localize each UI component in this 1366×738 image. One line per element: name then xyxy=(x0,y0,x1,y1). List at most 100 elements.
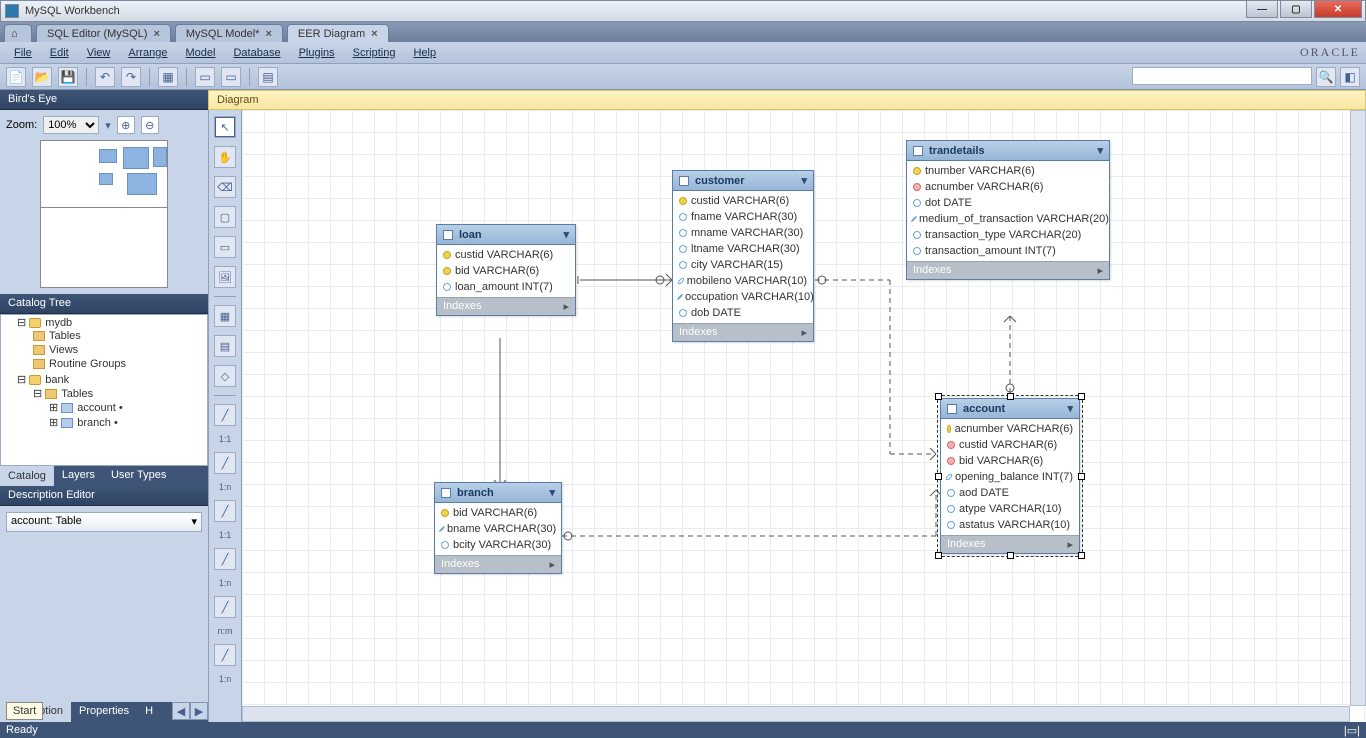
entity-trandetails[interactable]: trandetails▾ tnumber VARCHAR(6)acnumber … xyxy=(906,140,1110,280)
scrollbar-horizontal[interactable] xyxy=(242,706,1350,722)
column-row[interactable]: transaction_amount INT(7) xyxy=(907,243,1109,259)
tab-mysql-model[interactable]: MySQL Model*× xyxy=(175,24,283,42)
chevron-down-icon[interactable]: ▾ xyxy=(549,486,555,499)
menu-model[interactable]: Model xyxy=(178,45,224,61)
rel-1-n-icon[interactable]: ╱ xyxy=(214,452,236,474)
zoom-select[interactable]: 100% xyxy=(43,116,99,134)
column-row[interactable]: aod DATE xyxy=(941,485,1079,501)
menu-help[interactable]: Help xyxy=(405,45,444,61)
column-row[interactable]: transaction_type VARCHAR(20) xyxy=(907,227,1109,243)
tab-prev-icon[interactable]: ◀ xyxy=(172,702,190,720)
rel-n-m-icon[interactable]: ╱ xyxy=(214,596,236,618)
zoom-dropdown-icon[interactable]: ▾ xyxy=(105,119,111,132)
grid-icon[interactable]: ▦ xyxy=(158,67,178,87)
column-row[interactable]: opening_balance INT(7) xyxy=(941,469,1079,485)
snap-icon[interactable]: ▭ xyxy=(221,67,241,87)
hand-icon[interactable]: ✋ xyxy=(214,146,236,168)
close-icon[interactable]: × xyxy=(265,28,271,40)
column-row[interactable]: fname VARCHAR(30) xyxy=(673,209,813,225)
entity-customer[interactable]: customer▾ custid VARCHAR(6)fname VARCHAR… xyxy=(672,170,814,342)
close-icon[interactable]: × xyxy=(153,28,159,40)
image-icon[interactable]: 🖼 xyxy=(214,266,236,288)
open-icon[interactable]: 📂 xyxy=(32,67,52,87)
sidetab-usertypes[interactable]: User Types xyxy=(103,466,174,486)
column-row[interactable]: dob DATE xyxy=(673,305,813,321)
column-row[interactable]: bid VARCHAR(6) xyxy=(435,505,561,521)
table-tool-icon[interactable]: ▦ xyxy=(214,305,236,327)
column-row[interactable]: mobileno VARCHAR(10) xyxy=(673,273,813,289)
routine-tool-icon[interactable]: ◇ xyxy=(214,365,236,387)
rel-1-1-id-icon[interactable]: ╱ xyxy=(214,500,236,522)
sidetab-layers[interactable]: Layers xyxy=(54,466,103,486)
tab-next-icon[interactable]: ▶ xyxy=(190,702,208,720)
chevron-down-icon[interactable]: ▾ xyxy=(1067,402,1073,415)
menu-view[interactable]: View xyxy=(79,45,119,61)
column-row[interactable]: atype VARCHAR(10) xyxy=(941,501,1079,517)
bottomtab-properties[interactable]: Properties xyxy=(71,702,137,722)
column-row[interactable]: loan_amount INT(7) xyxy=(437,279,575,295)
chevron-down-icon[interactable]: ▾ xyxy=(563,228,569,241)
zoom-out-icon[interactable]: ⊖ xyxy=(141,116,159,134)
save-icon[interactable]: 💾 xyxy=(58,67,78,87)
chevron-down-icon[interactable]: ▾ xyxy=(1097,144,1103,157)
column-row[interactable]: medium_of_transaction VARCHAR(20) xyxy=(907,211,1109,227)
column-row[interactable]: ltname VARCHAR(30) xyxy=(673,241,813,257)
catalog-tree[interactable]: ⊟ mydb Tables Views Routine Groups ⊟ ban… xyxy=(0,314,208,466)
close-icon[interactable]: × xyxy=(371,28,377,40)
tab-eer-diagram[interactable]: EER Diagram× xyxy=(287,24,389,42)
menu-arrange[interactable]: Arrange xyxy=(120,45,175,61)
column-row[interactable]: dot DATE xyxy=(907,195,1109,211)
zoom-in-icon[interactable]: ⊕ xyxy=(117,116,135,134)
column-row[interactable]: custid VARCHAR(6) xyxy=(673,193,813,209)
new-icon[interactable]: 📄 xyxy=(6,67,26,87)
entity-account[interactable]: account▾ acnumber VARCHAR(6)custid VARCH… xyxy=(940,398,1080,554)
menu-database[interactable]: Database xyxy=(225,45,288,61)
align-icon[interactable]: ▭ xyxy=(195,67,215,87)
chevron-right-icon[interactable]: ▸ xyxy=(1067,538,1073,551)
menu-edit[interactable]: Edit xyxy=(42,45,77,61)
column-row[interactable]: bid VARCHAR(6) xyxy=(437,263,575,279)
scrollbar-vertical[interactable] xyxy=(1350,110,1366,706)
column-row[interactable]: custid VARCHAR(6) xyxy=(437,247,575,263)
tab-home[interactable]: ⌂ xyxy=(4,24,32,42)
column-row[interactable]: bcity VARCHAR(30) xyxy=(435,537,561,553)
diagram-canvas[interactable]: loan▾ custid VARCHAR(6)bid VARCHAR(6)loa… xyxy=(242,110,1366,722)
menu-plugins[interactable]: Plugins xyxy=(291,45,343,61)
view-tool-icon[interactable]: ▤ xyxy=(214,335,236,357)
description-select[interactable]: account: Table ▾ xyxy=(6,512,202,532)
chevron-down-icon[interactable]: ▾ xyxy=(801,174,807,187)
pointer-icon[interactable]: ↖ xyxy=(214,116,236,138)
maximize-button[interactable]: ▢ xyxy=(1280,0,1312,18)
note-icon[interactable]: ▭ xyxy=(214,236,236,258)
column-row[interactable]: occupation VARCHAR(10) xyxy=(673,289,813,305)
column-row[interactable]: bid VARCHAR(6) xyxy=(941,453,1079,469)
chevron-right-icon[interactable]: ▸ xyxy=(801,326,807,339)
search-icon[interactable]: 🔍 xyxy=(1316,67,1336,87)
rel-1-1-icon[interactable]: ╱ xyxy=(214,404,236,426)
sidetab-catalog[interactable]: Catalog xyxy=(0,466,54,486)
chevron-right-icon[interactable]: ▸ xyxy=(1097,264,1103,277)
birdseye-preview[interactable] xyxy=(40,140,168,288)
close-button[interactable]: ✕ xyxy=(1314,0,1362,18)
entity-loan[interactable]: loan▾ custid VARCHAR(6)bid VARCHAR(6)loa… xyxy=(436,224,576,316)
undo-icon[interactable]: ↶ xyxy=(95,67,115,87)
column-row[interactable]: mname VARCHAR(30) xyxy=(673,225,813,241)
layer-icon[interactable]: ▢ xyxy=(214,206,236,228)
rel-existing-icon[interactable]: ╱ xyxy=(214,644,236,666)
search-input[interactable] xyxy=(1132,67,1312,85)
chevron-right-icon[interactable]: ▸ xyxy=(563,300,569,313)
chevron-right-icon[interactable]: ▸ xyxy=(549,558,555,571)
menu-file[interactable]: File xyxy=(6,45,40,61)
column-row[interactable]: astatus VARCHAR(10) xyxy=(941,517,1079,533)
toggle-panel-icon[interactable]: ◧ xyxy=(1340,67,1360,87)
rel-1-n-id-icon[interactable]: ╱ xyxy=(214,548,236,570)
column-row[interactable]: acnumber VARCHAR(6) xyxy=(907,179,1109,195)
export-icon[interactable]: ▤ xyxy=(258,67,278,87)
column-row[interactable]: acnumber VARCHAR(6) xyxy=(941,421,1079,437)
entity-branch[interactable]: branch▾ bid VARCHAR(6)bname VARCHAR(30)b… xyxy=(434,482,562,574)
redo-icon[interactable]: ↷ xyxy=(121,67,141,87)
column-row[interactable]: city VARCHAR(15) xyxy=(673,257,813,273)
column-row[interactable]: bname VARCHAR(30) xyxy=(435,521,561,537)
tab-sql-editor[interactable]: SQL Editor (MySQL)× xyxy=(36,24,171,42)
column-row[interactable]: tnumber VARCHAR(6) xyxy=(907,163,1109,179)
